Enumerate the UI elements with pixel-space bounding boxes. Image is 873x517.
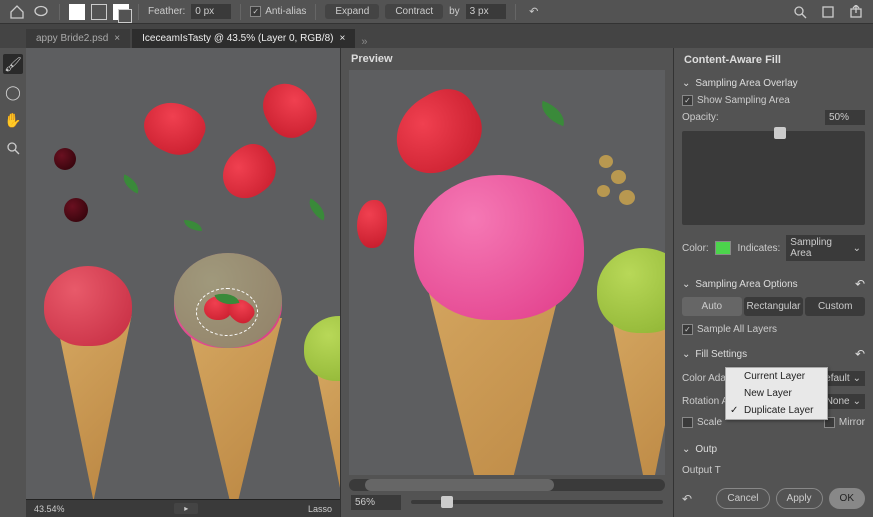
ok-button[interactable]: OK [829, 488, 865, 509]
contract-button[interactable]: Contract [385, 4, 443, 19]
indicates-label: Indicates: [737, 243, 780, 254]
tab-bar: appy Bride2.psd × IceceamIsTasty @ 43.5% … [0, 24, 873, 48]
preview-scrollbar[interactable] [349, 479, 665, 491]
divider [138, 4, 139, 20]
dropdown-item-new-layer[interactable]: New Layer [726, 385, 827, 402]
scale-checkbox[interactable]: Scale [682, 417, 722, 428]
content-aware-panel: Content-Aware Fill ⌄ Sampling Area Overl… [673, 48, 873, 517]
section-label: Sampling Area Overlay [695, 78, 797, 89]
divider [240, 4, 241, 20]
mirror-label: Mirror [839, 417, 865, 428]
add-selection-icon[interactable] [91, 4, 107, 20]
preview-image[interactable] [349, 70, 665, 475]
dropdown-item-duplicate-layer[interactable]: Duplicate Layer [726, 402, 827, 419]
dialog-buttons: ↶ Cancel Apply OK [682, 480, 865, 517]
lasso-icon[interactable] [32, 3, 50, 21]
sample-all-label: Sample All Layers [697, 324, 777, 335]
color-swatch[interactable] [715, 241, 732, 255]
sampling-mode-group: Auto Rectangular Custom [682, 297, 865, 316]
reset-icon[interactable]: ↶ [855, 347, 865, 361]
chevron-down-icon: ⌄ [853, 373, 861, 384]
sampling-brush-tool[interactable]: 🖌 [3, 54, 23, 74]
sampling-options-header[interactable]: ⌄ Sampling Area Options ↶ [682, 271, 865, 297]
color-label: Color: [682, 243, 709, 254]
chevron-down-icon: ⌄ [682, 349, 690, 360]
expand-button[interactable]: Expand [325, 4, 379, 19]
opacity-label: Opacity: [682, 112, 719, 123]
options-bar: Feather: Anti-alias Expand Contract by ↶ [0, 0, 873, 24]
output-settings-header[interactable]: ⌄ Outp [682, 438, 865, 461]
divider [515, 4, 516, 20]
output-to-dropdown: Current Layer New Layer Duplicate Layer [725, 367, 828, 420]
indicates-select[interactable]: Sampling Area⌄ [786, 235, 865, 261]
tab-file-1[interactable]: appy Bride2.psd × [26, 29, 130, 48]
tab-label: IceceamIsTasty @ 43.5% (Layer 0, RGB/8) [142, 33, 333, 44]
chevron-down-icon: ⌄ [853, 396, 861, 407]
divider [315, 4, 316, 20]
preview-zoom-input[interactable] [351, 495, 401, 510]
section-label: Fill Settings [695, 349, 747, 360]
feather-input[interactable] [191, 4, 231, 19]
opacity-slider[interactable] [682, 131, 865, 225]
close-icon[interactable]: × [114, 33, 120, 44]
tab-overflow-icon[interactable]: » [361, 36, 367, 48]
chevron-down-icon: ⌄ [853, 243, 861, 254]
status-expand-icon[interactable]: ▸ [174, 503, 198, 514]
main-area: 🖌 ◯ ✋ 43.54% [0, 48, 873, 517]
chevron-down-icon: ⌄ [682, 78, 690, 89]
tab-file-2[interactable]: IceceamIsTasty @ 43.5% (Layer 0, RGB/8) × [132, 29, 355, 48]
by-label: by [449, 6, 460, 17]
section-label: Outp [695, 444, 717, 455]
preview-zoom-slider[interactable] [411, 500, 663, 504]
zoom-readout: 43.54% [34, 504, 65, 514]
mode-rect-button[interactable]: Rectangular [744, 297, 804, 316]
hand-tool[interactable]: ✋ [3, 110, 23, 130]
panel-title: Content-Aware Fill [682, 48, 865, 72]
sampling-overlay-header[interactable]: ⌄ Sampling Area Overlay [682, 72, 865, 95]
apply-button[interactable]: Apply [776, 488, 823, 509]
output-to-label: Output T [682, 465, 721, 476]
mode-custom-button[interactable]: Custom [805, 297, 865, 316]
feather-label: Feather: [148, 6, 185, 17]
antialias-checkbox[interactable]: Anti-alias [250, 6, 306, 17]
mode-auto-button[interactable]: Auto [682, 297, 742, 316]
share-icon[interactable] [847, 3, 865, 21]
search-icon[interactable] [791, 3, 809, 21]
reset-all-icon[interactable]: ↶ [682, 492, 692, 506]
show-sampling-checkbox[interactable]: Show Sampling Area [682, 95, 865, 106]
left-toolbar: 🖌 ◯ ✋ [0, 48, 26, 517]
chevron-down-icon: ⌄ [682, 444, 690, 455]
cancel-button[interactable]: Cancel [716, 488, 769, 509]
home-icon[interactable] [8, 3, 26, 21]
preview-zoom-controls [341, 495, 673, 517]
chevron-down-icon: ⌄ [682, 279, 690, 290]
close-icon[interactable]: × [339, 33, 345, 44]
preview-header: Preview [341, 48, 673, 70]
source-image [26, 48, 340, 499]
status-bar: 43.54% ▸ Lasso [26, 499, 340, 517]
subtract-selection-icon[interactable] [113, 4, 129, 20]
tab-label: appy Bride2.psd [36, 33, 108, 44]
lasso-tool[interactable]: ◯ [3, 82, 23, 102]
scale-label: Scale [697, 417, 722, 428]
arrange-icon[interactable] [819, 3, 837, 21]
opacity-input[interactable] [825, 110, 865, 125]
zoom-tool[interactable] [3, 138, 23, 158]
mirror-checkbox[interactable]: Mirror [824, 417, 865, 428]
tool-readout: Lasso [308, 504, 332, 514]
show-sampling-label: Show Sampling Area [697, 95, 790, 106]
sample-all-checkbox[interactable]: Sample All Layers [682, 324, 865, 335]
undo-icon[interactable]: ↶ [525, 3, 543, 21]
preview-panel: Preview [340, 48, 673, 517]
antialias-label: Anti-alias [265, 6, 306, 17]
source-canvas[interactable]: 43.54% ▸ Lasso [26, 48, 340, 517]
by-input[interactable] [466, 4, 506, 19]
section-label: Sampling Area Options [695, 279, 797, 290]
reset-icon[interactable]: ↶ [855, 277, 865, 291]
dropdown-item-current-layer[interactable]: Current Layer [726, 368, 827, 385]
divider [59, 4, 60, 20]
new-selection-icon[interactable] [69, 4, 85, 20]
fill-settings-header[interactable]: ⌄ Fill Settings ↶ [682, 341, 865, 367]
